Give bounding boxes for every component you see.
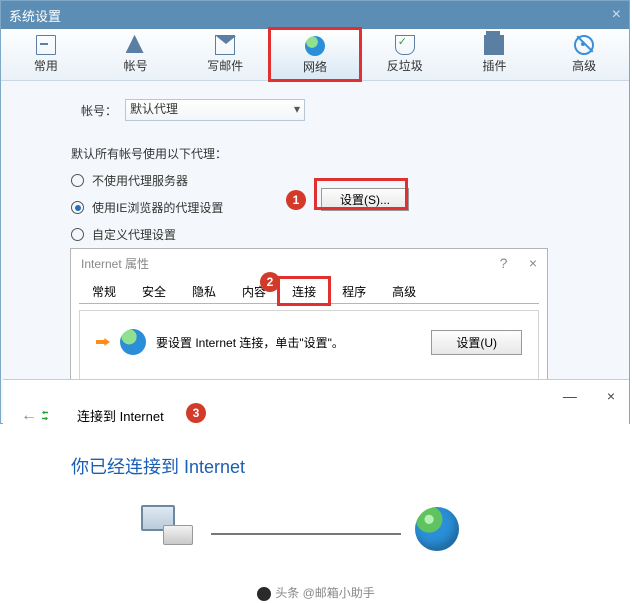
radio-icon — [71, 228, 84, 241]
back-icon[interactable]: ← — [21, 407, 37, 425]
connect-globe-icon — [47, 408, 67, 424]
system-settings-title: 系统设置 — [9, 6, 61, 25]
globe-icon — [120, 329, 146, 355]
tab-programs[interactable]: 程序 — [329, 278, 379, 304]
close-icon[interactable]: × — [607, 388, 615, 400]
toolbar-network-label: 网络 — [303, 58, 327, 75]
avatar-icon — [257, 587, 271, 601]
toolbar-plugin[interactable]: 插件 — [450, 29, 540, 80]
computer-icon — [141, 505, 193, 551]
radio-custom-proxy[interactable]: 自定义代理设置 — [71, 226, 599, 243]
earth-icon — [415, 507, 459, 551]
highlight-frame-1 — [314, 178, 408, 210]
internet-properties-title: Internet 属性 — [81, 255, 149, 272]
tab-security[interactable]: 安全 — [129, 278, 179, 304]
archive-icon — [484, 35, 504, 55]
toolbar-account[interactable]: 帐号 — [91, 29, 181, 80]
system-settings-titlebar: 系统设置 × — [1, 1, 629, 29]
radio-icon — [71, 201, 84, 214]
watermark: 头条 @邮箱小助手 — [0, 584, 632, 601]
connection-line — [211, 533, 401, 535]
toolbar-advanced[interactable]: 高级 — [539, 29, 629, 80]
toolbar-network[interactable]: 网络 — [270, 29, 360, 80]
account-select-value: 默认代理 — [130, 102, 178, 116]
watermark-text: 头条 @邮箱小助手 — [275, 586, 375, 600]
close-icon[interactable]: × — [612, 6, 621, 24]
internet-properties-titlebar: Internet 属性 ? × — [71, 249, 547, 277]
account-select[interactable]: 默认代理 — [125, 99, 305, 121]
mail-icon — [215, 35, 235, 55]
shield-icon — [395, 35, 415, 55]
radio-icon — [71, 174, 84, 187]
close-icon[interactable]: × — [529, 255, 537, 271]
radio-ie-proxy-label: 使用IE浏览器的代理设置 — [92, 199, 223, 216]
step-bullet-1: 1 — [286, 190, 306, 210]
connections-panel: 要设置 Internet 连接，单击"设置"。 设置(U) — [79, 310, 539, 380]
tab-general[interactable]: 常规 — [79, 278, 129, 304]
connection-diagram — [3, 505, 629, 575]
toolbar-plugin-label: 插件 — [482, 57, 506, 74]
toolbar-advanced-label: 高级 — [572, 57, 596, 74]
radio-no-proxy-label: 不使用代理服务器 — [92, 172, 188, 189]
internet-properties-window: Internet 属性 ? × 常规 安全 隐私 内容 连接 程序 高级 要设置… — [70, 248, 548, 391]
account-label: 帐号： — [81, 102, 117, 119]
minimize-icon[interactable]: — — [563, 388, 577, 400]
connect-title: 连接到 Internet — [77, 406, 164, 425]
tab-advanced[interactable]: 高级 — [379, 278, 429, 304]
gear-icon — [574, 35, 594, 55]
toolbar-common[interactable]: 常用 — [1, 29, 91, 80]
connected-message: 你已经连接到 Internet — [71, 453, 629, 479]
toolbar-mail[interactable]: 写邮件 — [180, 29, 270, 80]
proxy-caption: 默认所有帐号使用以下代理： — [71, 145, 599, 162]
globe-icon — [305, 36, 325, 56]
connections-hint: 要设置 Internet 连接，单击"设置"。 — [156, 334, 344, 351]
page-icon — [36, 35, 56, 55]
toolbar: 常用 帐号 写邮件 网络 反垃圾 插件 高级 — [1, 29, 629, 81]
connect-header: ← 连接到 Internet — [3, 400, 629, 425]
toolbar-account-label: 帐号 — [124, 57, 148, 74]
radio-custom-proxy-label: 自定义代理设置 — [92, 226, 176, 243]
step-bullet-3: 3 — [186, 403, 206, 423]
person-icon — [126, 35, 146, 55]
toolbar-antispam[interactable]: 反垃圾 — [360, 29, 450, 80]
toolbar-antispam-label: 反垃圾 — [387, 57, 423, 74]
connect-internet-window: — × ← 连接到 Internet 你已经连接到 Internet — [3, 379, 629, 579]
toolbar-common-label: 常用 — [34, 57, 58, 74]
connection-setup-button[interactable]: 设置(U) — [431, 330, 522, 355]
arrow-right-icon — [96, 338, 110, 346]
step-bullet-2: 2 — [260, 272, 280, 292]
tab-connections[interactable]: 连接 — [279, 278, 329, 304]
help-icon[interactable]: ? — [500, 255, 508, 271]
toolbar-mail-label: 写邮件 — [207, 57, 243, 74]
internet-properties-tabs: 常规 安全 隐私 内容 连接 程序 高级 — [79, 277, 539, 304]
connect-window-controls: — × — [3, 380, 629, 400]
tab-privacy[interactable]: 隐私 — [179, 278, 229, 304]
